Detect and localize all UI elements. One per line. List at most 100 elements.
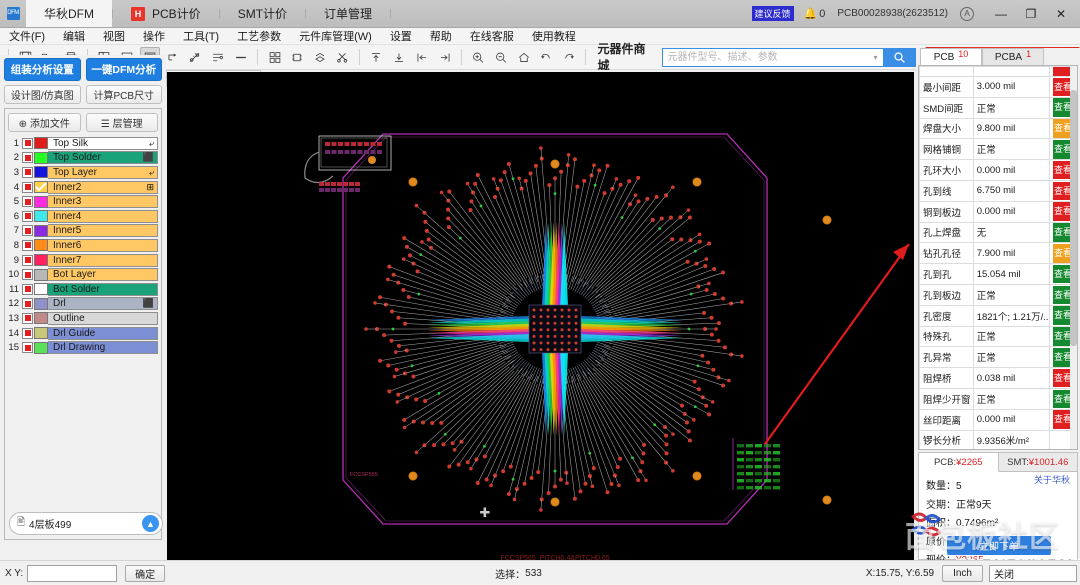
layer-visibility-toggle[interactable] [22,182,33,193]
layer-color-swatch[interactable] [34,166,48,178]
layer-name-cell[interactable]: Inner7 [48,254,158,267]
layer-row[interactable]: 9Inner7 [8,253,158,268]
layer-row[interactable]: 10Bot Layer [8,267,158,282]
zoom-in-icon[interactable] [468,47,489,67]
layer-name-cell[interactable]: Drl Drawing [48,341,158,354]
layer-row[interactable]: 4Inner2⊞ [8,180,158,195]
layer-name-cell[interactable]: Top Silk⤶ [48,137,158,150]
layer-color-swatch[interactable] [34,298,48,310]
table-row[interactable]: SMD间距正常查看 [920,97,1077,118]
price-tab-smt[interactable]: SMT:¥1001.46 [999,453,1078,472]
align-left-icon[interactable] [411,47,432,67]
layer-visibility-toggle[interactable] [22,152,33,163]
layer-name-cell[interactable]: Top Layer⤶ [48,166,158,179]
table-row[interactable]: 孔到板边正常查看 [920,284,1077,305]
layer-row[interactable]: 13Outline [8,311,158,326]
layer-visibility-toggle[interactable] [22,298,33,309]
layer-name-cell[interactable]: Inner3 [48,195,158,208]
layer-color-swatch[interactable] [34,210,48,222]
layer-row[interactable]: 14Drl Guide [8,326,158,341]
one-click-dfm-analysis-button[interactable]: 一键DFM分析 [86,58,163,81]
results-scrollbar[interactable] [1070,66,1077,449]
zoom-out-icon[interactable] [491,47,512,67]
assembly-analysis-settings-button[interactable]: 组装分析设置 [4,58,81,81]
layer-name-cell[interactable]: Drl⬛ [48,297,158,310]
pcb-canvas[interactable]: FCCSP565_PITCH0.4&PITCH0.65 FCCSP565 ✚ [167,72,914,560]
menu-edit[interactable]: 编辑 [54,28,94,44]
design-simulation-view-button[interactable]: 设计图/仿真图 [4,85,81,104]
plus-icon[interactable]: ⊞ [146,181,157,194]
link-icon[interactable]: ⤶ [149,166,157,179]
board-selector[interactable]: 🖹 4层板499 ▲ [9,512,163,535]
layer-name-cell[interactable]: Bot Solder [48,283,158,296]
layer-row[interactable]: 2Top Solder⬛ [8,151,158,166]
table-row[interactable]: 铜到板边0.000 mil查看 [920,201,1077,222]
layer-color-swatch[interactable] [34,196,48,208]
layer-visibility-toggle[interactable] [22,240,33,251]
menu-library-mgmt[interactable]: 元件库管理(W) [290,28,381,44]
account-icon[interactable]: A [960,7,974,21]
component-icon[interactable] [287,47,308,67]
menu-process-params[interactable]: 工艺参数 [228,28,290,44]
menu-tutorial[interactable]: 使用教程 [523,28,585,44]
search-input[interactable] [663,49,869,66]
layer-manager-button[interactable]: ☰ 层管理 [86,113,159,132]
cut-icon[interactable] [332,47,353,67]
layer-color-swatch[interactable] [34,342,48,354]
about-link[interactable]: 关于华秋 [1034,473,1070,486]
layer-visibility-toggle[interactable] [22,269,33,280]
results-scrollbar-thumb[interactable] [1070,90,1077,346]
layer-visibility-toggle[interactable] [22,196,33,207]
layer-color-swatch[interactable] [34,312,48,324]
menu-help[interactable]: 帮助 [421,28,461,44]
layer-color-swatch[interactable] [34,181,48,193]
tab-pcb[interactable]: PCB 10 [920,48,982,65]
layer-name-cell[interactable]: Drl Guide [48,327,158,340]
redo-icon[interactable] [559,47,580,67]
chevron-down-icon[interactable]: ▾ [869,53,883,62]
menu-file[interactable]: 文件(F) [0,28,54,44]
xy-input[interactable] [27,565,117,582]
bell-icon[interactable]: 🔔 [804,7,818,20]
layer-name-cell[interactable]: Top Solder⬛ [48,151,158,164]
menu-operation[interactable]: 操作 [134,28,174,44]
table-row[interactable]: 孔上焊盘无查看 [920,222,1077,243]
layer-visibility-toggle[interactable] [22,167,33,178]
table-row[interactable]: 焊盘大小9.800 mil查看 [920,118,1077,139]
select-icon[interactable]: ⬛ [143,151,157,164]
layer-color-swatch[interactable] [34,283,48,295]
calc-pcb-size-button[interactable]: 计算PCB尺寸 [86,85,163,104]
layer-row[interactable]: 5Inner3 [8,194,158,209]
layer-visibility-toggle[interactable] [22,211,33,222]
confirm-button[interactable]: 确定 [125,565,165,582]
layer-color-swatch[interactable] [34,137,48,149]
add-file-button[interactable]: ⊕ 添加文件 [8,113,81,132]
layer-color-swatch[interactable] [34,327,48,339]
menu-tools[interactable]: 工具(T) [174,28,228,44]
table-row[interactable]: 丝印距离0.000 mil查看 [920,409,1077,430]
close-button[interactable]: ✕ [1046,0,1076,28]
up-arrow-icon[interactable]: ▲ [142,515,159,532]
table-row[interactable]: 孔异常正常查看 [920,347,1077,368]
line-icon[interactable] [230,47,251,67]
minimize-button[interactable]: — [986,0,1016,28]
layer-color-swatch[interactable] [34,152,48,164]
tab-pcba[interactable]: PCBA 1 [982,48,1044,65]
table-row[interactable]: 孔环大小0.000 mil查看 [920,160,1077,181]
table-row[interactable]: 孔到孔15.054 mil查看 [920,264,1077,285]
layer-name-cell[interactable]: Inner4 [48,210,158,223]
layer-visibility-toggle[interactable] [22,328,33,339]
menu-online-support[interactable]: 在线客服 [461,28,523,44]
table-row[interactable]: 孔到线6.750 mil查看 [920,180,1077,201]
table-row[interactable]: 最小间距3.000 mil查看 [920,77,1077,98]
layer-row[interactable]: 15Drl Drawing [8,340,158,355]
layer-row[interactable]: 11Bot Solder [8,282,158,297]
close-select-dropdown[interactable]: 关闭 [989,565,1077,582]
align-top-icon[interactable] [366,47,387,67]
search-icon[interactable] [883,48,917,67]
home-icon[interactable] [513,47,534,67]
table-row[interactable]: 钻孔孔径7.900 mil查看 [920,243,1077,264]
menu-view[interactable]: 视图 [94,28,134,44]
align-bottom-icon[interactable] [389,47,410,67]
price-tab-pcb[interactable]: PCB:¥2265 [919,453,999,472]
